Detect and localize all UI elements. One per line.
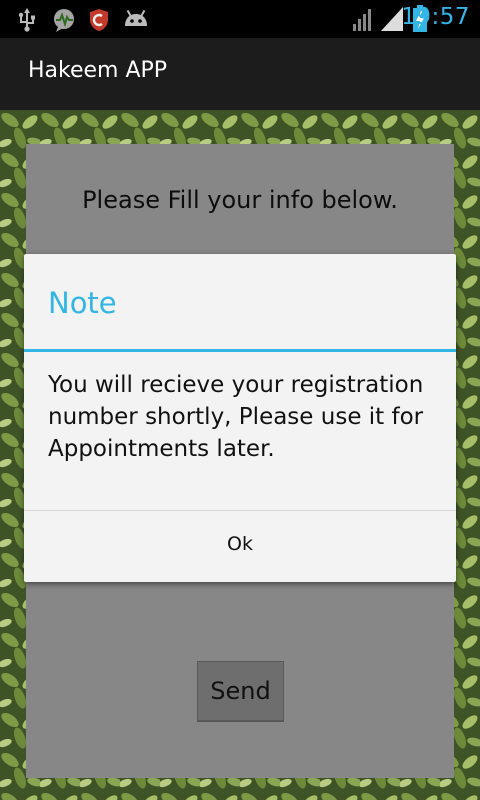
app-title: Hakeem APP	[28, 58, 168, 83]
ok-button[interactable]: Ok	[24, 511, 456, 582]
form-instructions: Please Fill your info below.	[82, 186, 398, 214]
security-shield-icon	[89, 8, 109, 36]
note-dialog: Note You will recieve your registration …	[24, 254, 456, 582]
activity-monitor-icon	[52, 8, 78, 36]
android-debug-icon	[122, 8, 150, 34]
clock: 19:57	[401, 4, 470, 30]
send-button[interactable]: Send	[197, 661, 284, 721]
dialog-message: You will recieve your registration numbe…	[48, 372, 424, 462]
wifi-icon	[352, 6, 374, 36]
status-bar: 19:57	[0, 0, 480, 38]
action-bar: Hakeem APP	[0, 38, 480, 111]
dialog-title-divider	[24, 349, 456, 352]
dialog-title: Note	[48, 286, 117, 320]
usb-icon	[16, 8, 38, 36]
